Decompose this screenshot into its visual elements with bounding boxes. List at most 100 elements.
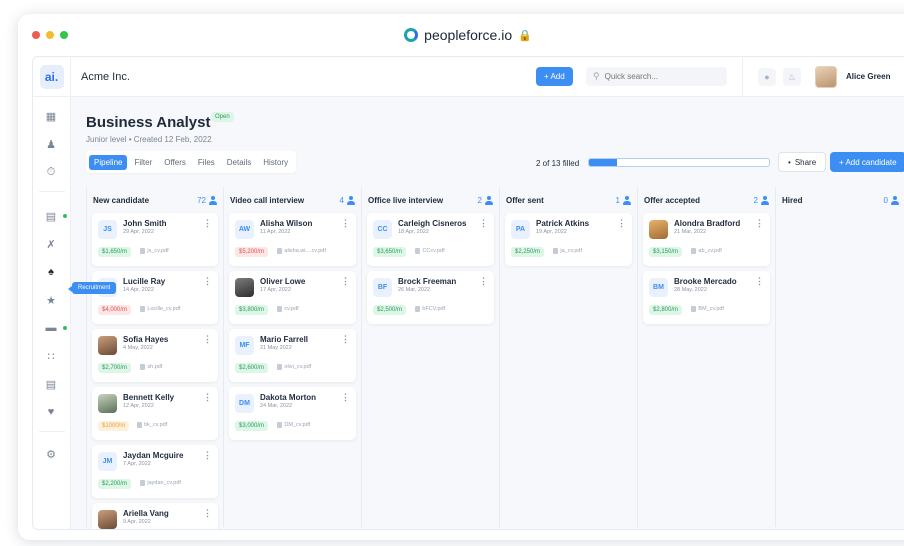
maximize-window-button[interactable]	[60, 31, 68, 39]
candidate-card[interactable]: BM Brooke Mercado 28 May, 2022 ⋮ $2,800/m BM_…	[643, 271, 770, 324]
brand-logo[interactable]: ai.	[39, 64, 64, 89]
candidate-card[interactable]: CC Carleigh Cisneros 18 Apr, 2022 ⋮ $3,650/m…	[367, 213, 494, 266]
filled-progress-bar	[588, 158, 770, 167]
candidate-card[interactable]: Alondra Bradford 21 Mar, 2022 ⋮ $3,150/m ab_…	[643, 213, 770, 266]
candidate-card[interactable]: BF Brock Freeman 26 Mar, 2022 ⋮ $2,500/m bFCV…	[367, 271, 494, 324]
person-icon[interactable]: ♟	[44, 137, 58, 151]
trophy-icon[interactable]: ★	[44, 293, 58, 307]
lightbulb-icon[interactable]: ●	[758, 68, 776, 86]
candidate-card[interactable]: PA Patrick Atkins 19 Apr, 2022 ⋮ $2,250/m ja_…	[505, 213, 632, 266]
network-icon[interactable]: ✗	[44, 237, 58, 251]
tab-details[interactable]: Details	[222, 155, 256, 170]
bell-icon[interactable]: ♨	[783, 68, 801, 86]
more-options-icon[interactable]: ⋮	[479, 276, 488, 287]
address-bar[interactable]: peopleforce.io 🔒	[404, 27, 532, 43]
tab-files[interactable]: Files	[193, 155, 220, 170]
add-button[interactable]: + Add	[536, 67, 573, 86]
candidate-card[interactable]: JS John Smith 29 Apr, 2022 ⋮ $1,650/m js_cv.p…	[92, 213, 218, 266]
more-options-icon[interactable]: ⋮	[755, 218, 764, 229]
user-name[interactable]: Alice Green	[846, 72, 890, 81]
more-options-icon[interactable]: ⋮	[203, 392, 212, 403]
document-icon[interactable]: ▤	[44, 377, 58, 391]
candidate-avatar: DM	[235, 394, 254, 413]
more-options-icon[interactable]: ⋮	[203, 450, 212, 461]
candidate-card[interactable]: DM Dakota Morton 24 Mar, 2022 ⋮ $3,000/m DM_c…	[229, 387, 356, 440]
candidate-name[interactable]: Brooke Mercado	[674, 277, 737, 286]
candidate-name[interactable]: Ariella Vang	[123, 509, 169, 518]
more-options-icon[interactable]: ⋮	[341, 218, 350, 229]
more-options-icon[interactable]: ⋮	[341, 334, 350, 345]
candidate-name[interactable]: Sofia Hayes	[123, 335, 168, 344]
candidate-card[interactable]: AW Alisha Wilson 11 Apr, 2022 ⋮ $5,200/m alis…	[229, 213, 356, 266]
more-options-icon[interactable]: ⋮	[203, 276, 212, 287]
candidate-name[interactable]: Alisha Wilson	[260, 219, 312, 228]
more-options-icon[interactable]: ⋮	[341, 392, 350, 403]
apps-grid-icon[interactable]: ∷	[44, 349, 58, 363]
tab-pipeline[interactable]: Pipeline	[89, 154, 128, 170]
cv-file-link[interactable]: bk_cv.pdf	[137, 422, 167, 428]
quick-search[interactable]: ⚲	[586, 67, 727, 86]
candidate-card[interactable]: MF Mario Farrell 21 May 2022 ⋮ $2,600/m olivi…	[229, 329, 356, 382]
candidate-card[interactable]: Oliver Lowe 17 Apr, 2022 ⋮ $3,800/m cv.pdf	[229, 271, 356, 324]
tab-filter[interactable]: Filter	[129, 155, 157, 170]
candidate-name[interactable]: Carleigh Cisneros	[398, 219, 466, 228]
cv-file-link[interactable]: jaydan_cv.pdf	[140, 480, 181, 486]
candidate-name[interactable]: Mario Farrell	[260, 335, 308, 344]
cv-file-link[interactable]: olivi_cv.pdf	[277, 364, 311, 370]
candidate-name[interactable]: Patrick Atkins	[536, 219, 589, 228]
tab-offers[interactable]: Offers	[159, 155, 191, 170]
more-options-icon[interactable]: ⋮	[755, 276, 764, 287]
heart-icon[interactable]: ♥	[44, 405, 58, 419]
cv-file-link[interactable]: BM_cv.pdf	[691, 306, 724, 312]
candidate-name[interactable]: Jaydan Mcguire	[123, 451, 183, 460]
more-options-icon[interactable]: ⋮	[617, 218, 626, 229]
candidate-name[interactable]: Oliver Lowe	[260, 277, 305, 286]
candidate-name[interactable]: Dakota Morton	[260, 393, 316, 402]
close-window-button[interactable]	[32, 31, 40, 39]
candidate-card[interactable]: LRLucille Ray14 Apr, 2022⋮$4,000/mLucill…	[92, 271, 218, 324]
column-count: 2	[478, 195, 493, 205]
folder-icon[interactable]: ▬	[44, 321, 58, 335]
calendar-icon[interactable]: ▤	[44, 209, 58, 223]
candidate-name[interactable]: Bennett Kelly	[123, 393, 174, 402]
column-count: 4	[340, 195, 355, 205]
browser-titlebar: peopleforce.io 🔒	[18, 14, 904, 56]
candidate-name[interactable]: Lucille Ray	[123, 277, 165, 286]
more-options-icon[interactable]: ⋮	[203, 508, 212, 519]
settings-gear-icon[interactable]: ⚙	[44, 447, 58, 461]
candidate-name[interactable]: Brock Freeman	[398, 277, 456, 286]
cv-file-link[interactable]: CCcv.pdf	[415, 248, 444, 254]
cv-file-link[interactable]: cv.pdf	[277, 306, 298, 312]
candidate-date: 7 Apr, 2022	[123, 461, 151, 467]
recruitment-icon[interactable]: ♠	[44, 265, 58, 279]
cv-file-link[interactable]: alisha.wi....cv.pdf	[277, 248, 325, 254]
candidate-name[interactable]: John Smith	[123, 219, 167, 228]
cv-file-link[interactable]: sh.pdf	[140, 364, 162, 370]
cv-file-link[interactable]: DM_cv.pdf	[277, 422, 310, 428]
more-options-icon[interactable]: ⋮	[479, 218, 488, 229]
column-count: 0	[884, 195, 899, 205]
candidate-name[interactable]: Alondra Bradford	[674, 219, 740, 228]
tab-history[interactable]: History	[258, 155, 293, 170]
more-options-icon[interactable]: ⋮	[203, 218, 212, 229]
cv-file-link[interactable]: ja_cv.pdf	[553, 248, 582, 254]
cv-file-link[interactable]: ab_cv.pdf	[691, 248, 721, 254]
minimize-window-button[interactable]	[46, 31, 54, 39]
candidate-card[interactable]: Ariella Vang 9 Apr, 2022 ⋮	[92, 503, 218, 529]
candidate-card[interactable]: Sofia Hayes 4 May, 2022 ⋮ $2,700/m sh.pdf	[92, 329, 218, 382]
share-button[interactable]: • Share	[778, 152, 827, 172]
add-candidate-button[interactable]: + Add candidate	[830, 152, 904, 172]
timer-icon[interactable]: ⏱	[44, 165, 58, 179]
company-name[interactable]: Acme Inc.	[81, 71, 130, 83]
more-options-icon[interactable]: ⋮	[203, 334, 212, 345]
dashboard-icon[interactable]: ▦	[44, 109, 58, 123]
candidate-card[interactable]: Bennett Kelly 12 Apr, 2022 ⋮ $1000/m bk_cv.p…	[92, 387, 218, 440]
candidate-card[interactable]: JM Jaydan Mcguire 7 Apr, 2022 ⋮ $2,200/m jayd…	[92, 445, 218, 498]
search-input[interactable]	[604, 72, 715, 81]
cv-file-link[interactable]: bFCV.pdf	[415, 306, 445, 312]
status-badge: Open	[211, 112, 234, 122]
user-avatar[interactable]	[815, 66, 837, 88]
cv-file-link[interactable]: Lucille_cv.pdf	[140, 306, 180, 312]
cv-file-link[interactable]: js_cv.pdf	[140, 248, 168, 254]
more-options-icon[interactable]: ⋮	[341, 276, 350, 287]
